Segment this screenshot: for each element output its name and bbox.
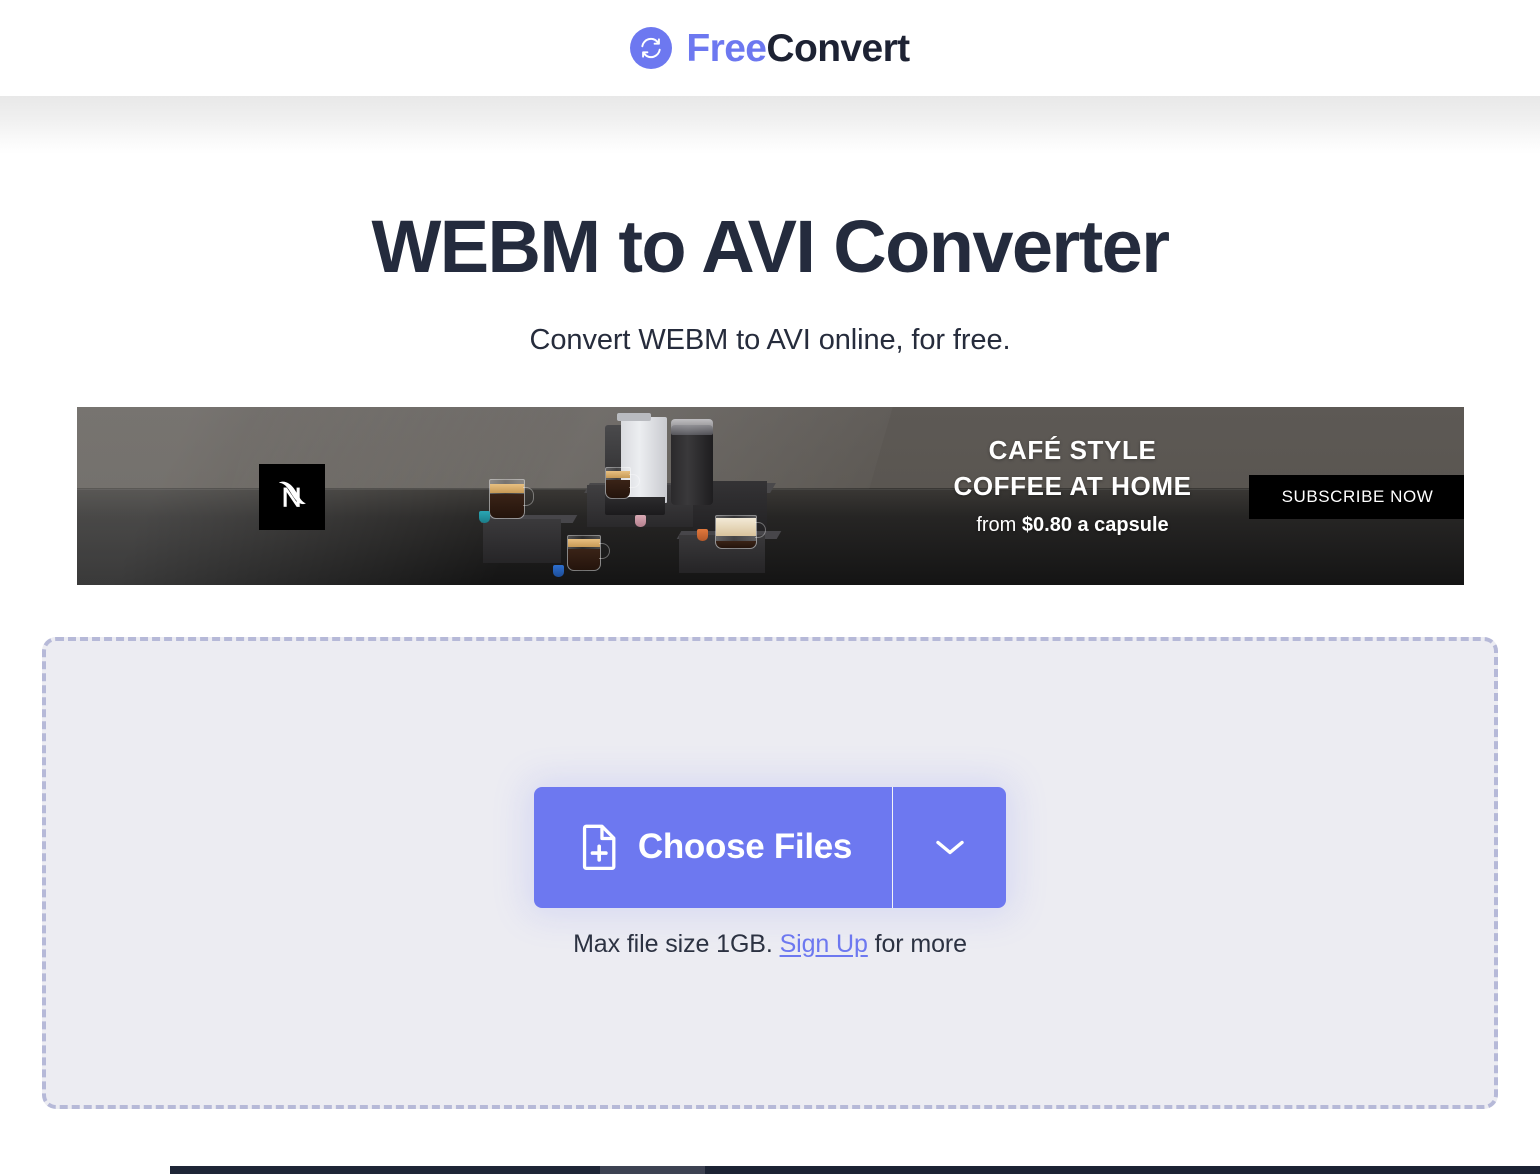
file-dropzone[interactable]: Choose Files Max file size 1GB. Sign Up … [42,636,1498,1109]
main-content: WEBM to AVI Converter Convert WEBM to AV… [0,96,1540,1109]
ad-headline-line-1: CAFÉ STYLE [988,434,1157,465]
file-plus-icon [580,824,620,871]
choose-files-button[interactable]: Choose Files [533,786,893,908]
footer-strip-segment-3 [705,1166,1540,1174]
footer-strip-gap [0,1166,170,1174]
sign-up-link[interactable]: Sign Up [780,930,868,958]
ad-price-value: $0.80 a capsule [1021,514,1169,537]
footer-strip-segment-1 [170,1166,600,1174]
brand-logo[interactable]: FreeConvert [630,26,910,70]
ad-price-prefix: from [976,514,1022,537]
sync-circle-icon [630,27,673,69]
subscribe-now-button[interactable]: SUBSCRIBE NOW [1248,474,1464,519]
footer-strip [0,1166,1540,1174]
brand-name-free: Free [686,26,767,70]
site-header: FreeConvert [0,0,1540,96]
ad-copy: CAFÉ STYLE COFFEE AT HOME from $0.80 a c… [861,435,1285,538]
ad-product-photo [457,407,877,585]
note-suffix: for more [867,929,967,958]
brand-name-convert: Convert [766,26,910,70]
nespresso-n-icon [258,463,325,530]
chevron-down-icon [933,836,967,858]
choose-files-dropdown-toggle[interactable] [893,786,1007,908]
ad-price-line: from $0.80 a capsule [861,513,1285,537]
footer-strip-segment-2 [600,1166,705,1174]
choose-files-label: Choose Files [637,827,853,867]
choose-files-group: Choose Files [533,786,1007,908]
note-prefix: Max file size 1GB. [573,929,780,958]
page-subtitle: Convert WEBM to AVI online, for free. [529,323,1011,356]
advertisement-banner[interactable]: CAFÉ STYLE COFFEE AT HOME from $0.80 a c… [76,406,1464,585]
ad-headline-line-2: COFFEE AT HOME [953,471,1192,502]
page-title: WEBM to AVI Converter [371,205,1170,288]
hero-section: WEBM to AVI Converter Convert WEBM to AV… [0,96,1540,357]
max-file-size-note: Max file size 1GB. Sign Up for more [573,930,967,959]
brand-name: FreeConvert [686,26,910,70]
